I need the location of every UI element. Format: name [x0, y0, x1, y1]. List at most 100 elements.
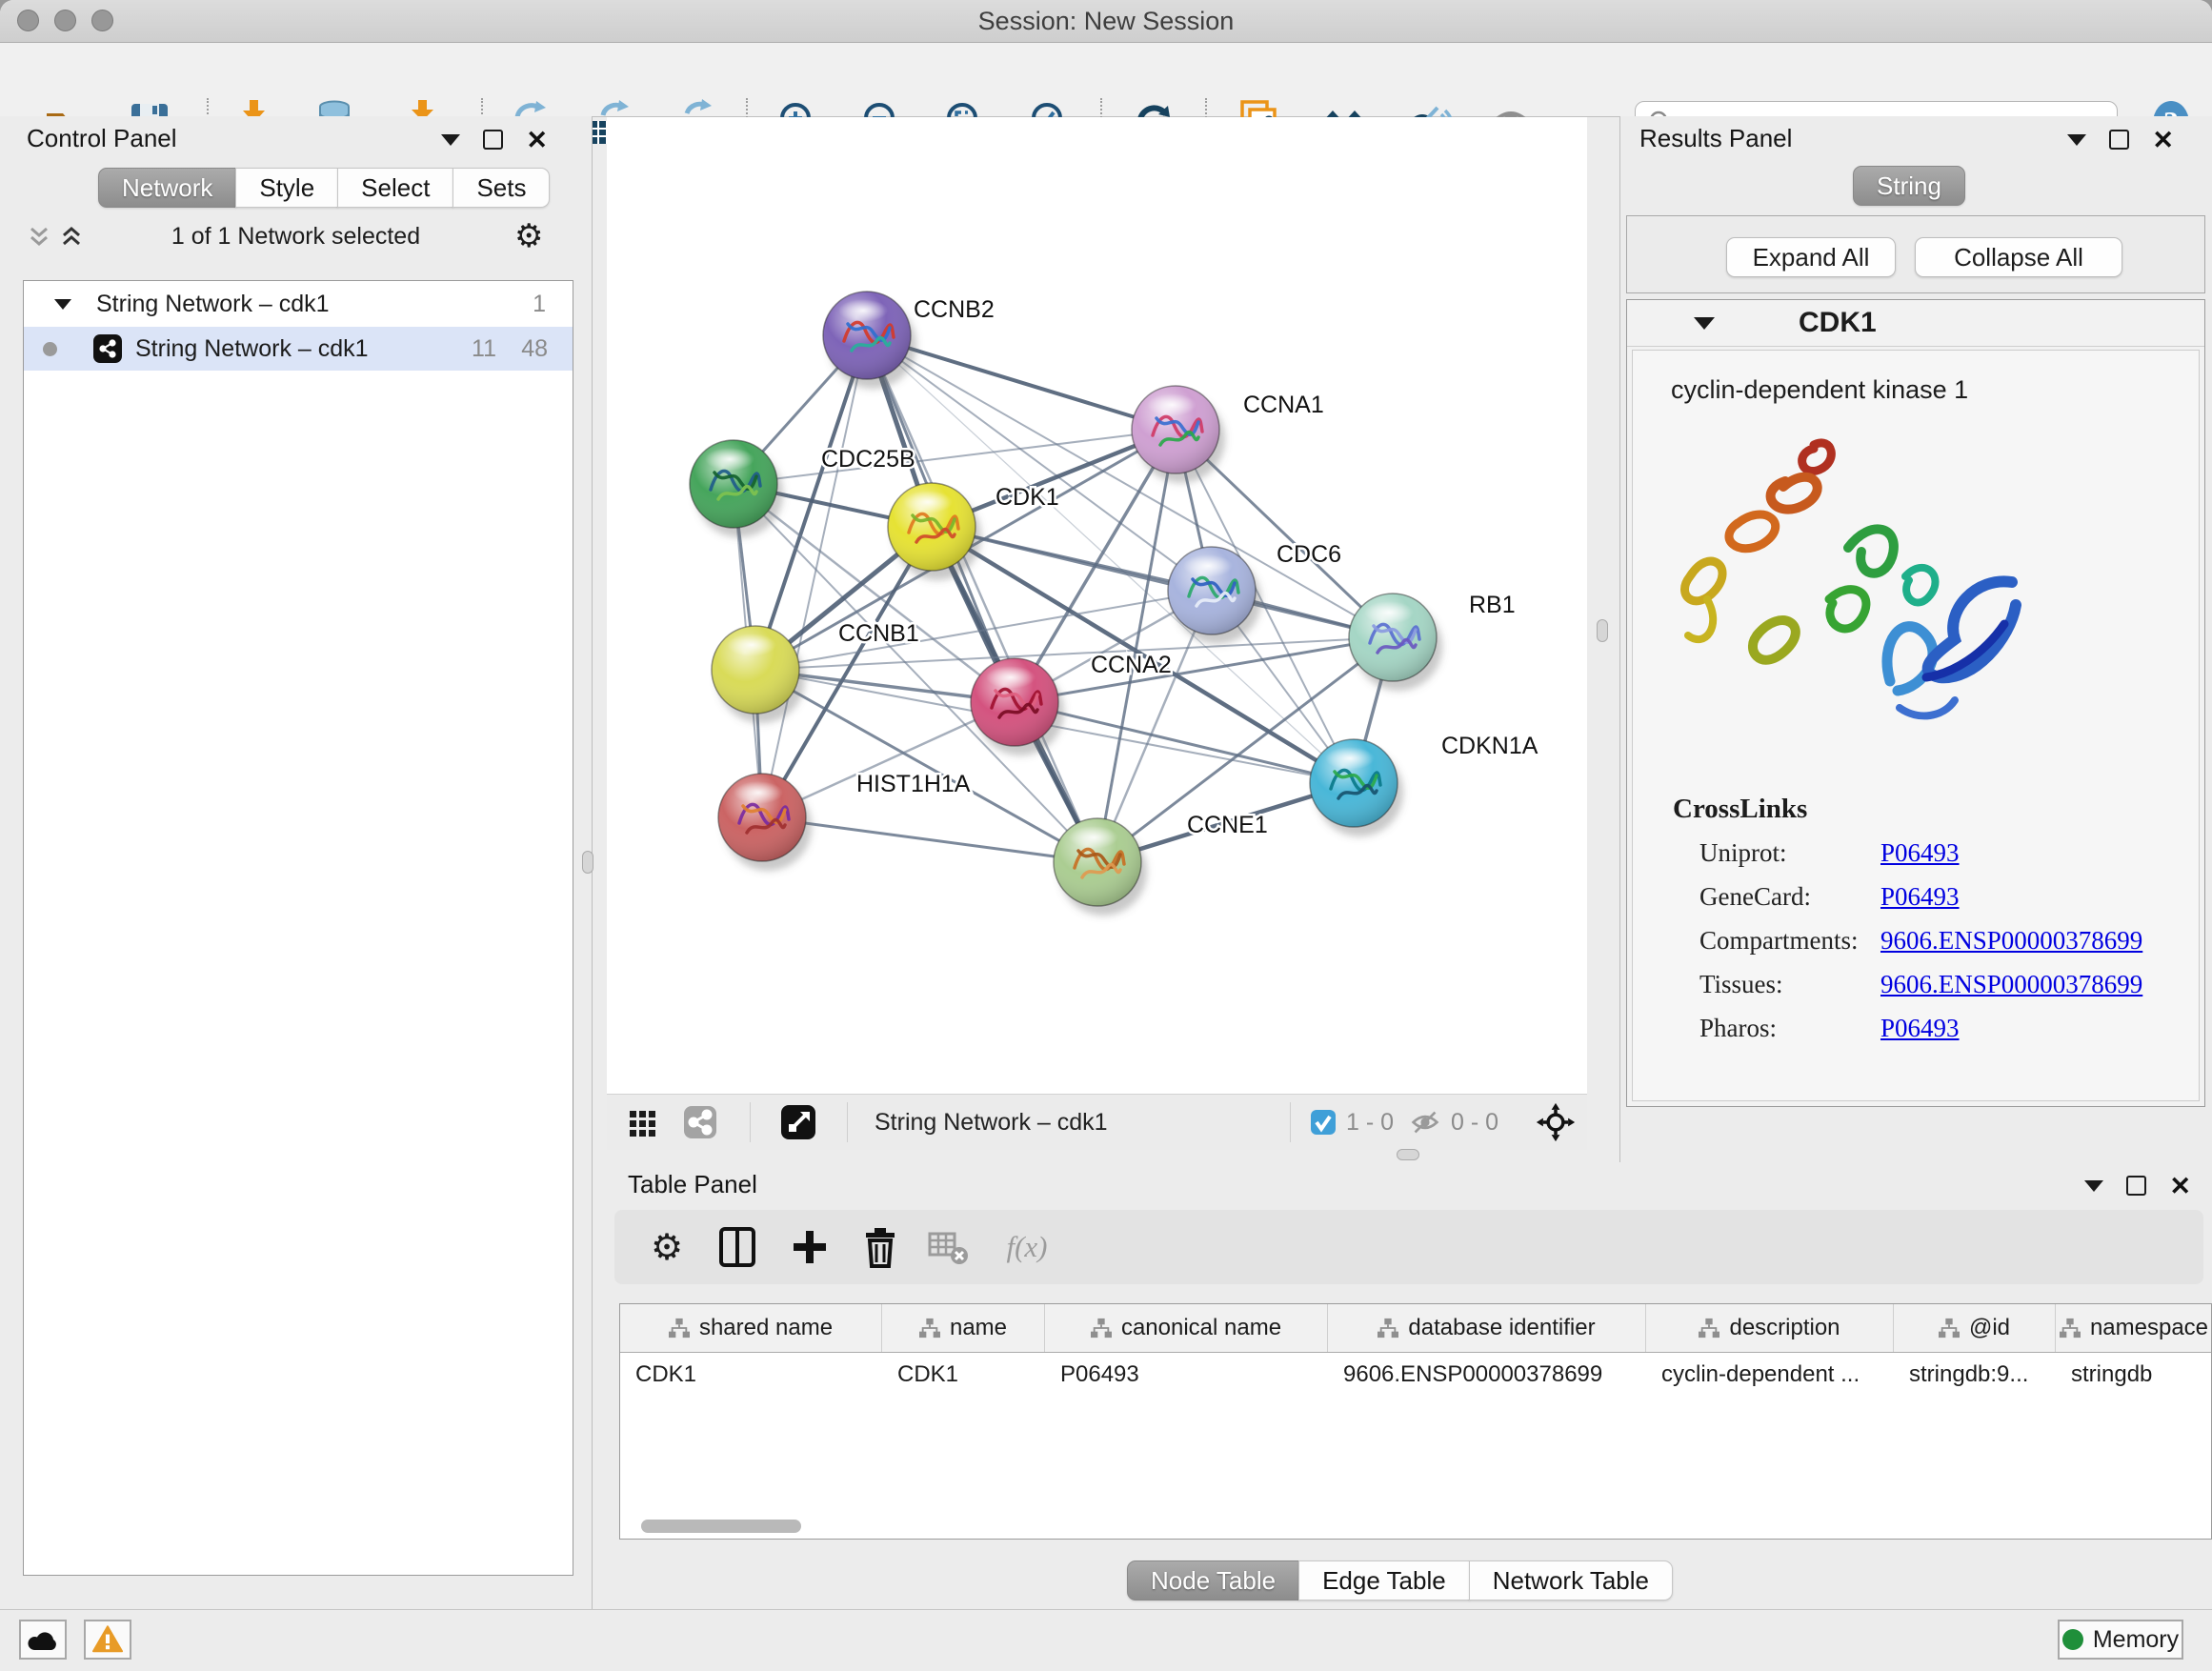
- hidden-count-indicator[interactable]: 0 - 0: [1409, 1095, 1498, 1150]
- cloud-status-button[interactable]: [19, 1620, 67, 1660]
- node-label: CDK1: [995, 484, 1059, 511]
- add-column-button[interactable]: [786, 1210, 834, 1284]
- network-node-CCNA1[interactable]: CCNA1: [1132, 386, 1324, 483]
- float-panel-icon[interactable]: [2126, 1176, 2146, 1196]
- tab-style[interactable]: Style: [235, 168, 338, 208]
- crosslink-label: Pharos:: [1699, 1014, 1880, 1043]
- hidden-count: 0 - 0: [1451, 1109, 1498, 1137]
- crosslink-row: Compartments:9606.ENSP00000378699: [1699, 926, 2199, 956]
- tab-select[interactable]: Select: [337, 168, 453, 208]
- gene-description: cyclin-dependent kinase 1: [1671, 375, 2199, 405]
- tree-expand-icon[interactable]: [54, 299, 71, 310]
- close-panel-icon[interactable]: ✕: [2169, 1177, 2191, 1196]
- grid-view-button[interactable]: [628, 1095, 658, 1150]
- warning-status-button[interactable]: [84, 1620, 131, 1660]
- right-splitter-handle[interactable]: [1597, 619, 1608, 642]
- table-cell[interactable]: stringdb: [2056, 1353, 2212, 1397]
- network-node-HIST1H1A[interactable]: HIST1H1A: [718, 771, 971, 871]
- columns-icon: [717, 1225, 757, 1269]
- crosslink-link[interactable]: P06493: [1880, 838, 1960, 868]
- crosslink-link[interactable]: 9606.ENSP00000378699: [1880, 970, 2142, 999]
- gene-name: CDK1: [1799, 307, 1877, 339]
- current-network-title: String Network – cdk1: [875, 1095, 1108, 1150]
- table-cell[interactable]: 9606.ENSP00000378699: [1328, 1353, 1646, 1397]
- node-table: shared namenamecanonical namedatabase id…: [619, 1303, 2212, 1540]
- delete-column-button[interactable]: [856, 1210, 904, 1284]
- float-panel-icon[interactable]: [2109, 130, 2129, 150]
- fit-content-button[interactable]: [1536, 1095, 1576, 1150]
- close-panel-icon[interactable]: ✕: [526, 131, 548, 150]
- network-share-view-button[interactable]: [683, 1095, 717, 1150]
- table-settings-button[interactable]: ⚙: [643, 1210, 691, 1284]
- tab-network[interactable]: Network: [98, 168, 236, 208]
- app-window: Session: New Session: [0, 0, 2212, 1671]
- network-node-CDK1[interactable]: CDK1: [888, 483, 1059, 580]
- selected-checkbox-icon: [1310, 1109, 1337, 1136]
- crosshair-icon: [1536, 1102, 1576, 1142]
- network-nodes[interactable]: CCNB2CCNA1CDC25BCDK1CDC6RB1CCNB1CCNA2CDK…: [690, 292, 1538, 916]
- tab-string[interactable]: String: [1853, 166, 1965, 206]
- table-cell[interactable]: P06493: [1045, 1353, 1328, 1397]
- memory-button[interactable]: Memory: [2058, 1620, 2183, 1660]
- title-bar: Session: New Session: [0, 0, 2212, 43]
- close-panel-icon[interactable]: ✕: [2152, 131, 2174, 150]
- node-label: CCNA2: [1091, 652, 1172, 678]
- gene-section-header[interactable]: CDK1: [1627, 300, 2204, 347]
- column-header-canonical-name[interactable]: canonical name: [1045, 1304, 1328, 1352]
- tab-edge-table[interactable]: Edge Table: [1298, 1560, 1470, 1601]
- expand-all-button[interactable]: Expand All: [1726, 237, 1896, 277]
- trash-icon: [861, 1226, 899, 1268]
- birdseye-view-button[interactable]: [780, 1095, 816, 1150]
- table-row[interactable]: CDK1CDK1P064939606.ENSP00000378699cyclin…: [620, 1353, 2211, 1397]
- table-cell[interactable]: CDK1: [620, 1353, 882, 1397]
- bottom-splitter-handle[interactable]: [1397, 1149, 1419, 1160]
- window-title: Session: New Session: [0, 0, 2212, 42]
- tab-sets[interactable]: Sets: [452, 168, 550, 208]
- hidden-eye-icon: [1409, 1106, 1441, 1138]
- section-collapse-icon[interactable]: [1694, 317, 1715, 330]
- crosslink-link[interactable]: 9606.ENSP00000378699: [1880, 926, 2142, 956]
- node-label: CDC25B: [821, 446, 915, 473]
- node-label: CCNB1: [838, 620, 919, 647]
- collapse-panel-icon[interactable]: [2084, 1180, 2103, 1192]
- table-cell[interactable]: stringdb:9...: [1894, 1353, 2056, 1397]
- network-node-CCNE1[interactable]: CCNE1: [1054, 812, 1268, 916]
- tab-node-table[interactable]: Node Table: [1127, 1560, 1299, 1601]
- network-node-CCNA2[interactable]: CCNA2: [971, 652, 1172, 755]
- horizontal-scrollbar[interactable]: [641, 1520, 801, 1533]
- float-panel-icon[interactable]: [483, 130, 503, 150]
- collapse-all-button[interactable]: Collapse All: [1915, 237, 2122, 277]
- crosslink-link[interactable]: P06493: [1880, 1014, 1960, 1043]
- results-panel-title: Results Panel: [1639, 124, 1792, 153]
- network-collection-row[interactable]: String Network – cdk1 1: [24, 281, 573, 327]
- column-header-namespace[interactable]: namespace: [2056, 1304, 2212, 1352]
- crosslink-row: Tissues:9606.ENSP00000378699: [1699, 970, 2199, 1000]
- network-node-RB1[interactable]: RB1: [1349, 592, 1516, 691]
- column-header-database-identifier[interactable]: database identifier: [1328, 1304, 1646, 1352]
- collapse-panel-icon[interactable]: [441, 134, 460, 146]
- netbar-divider: [1290, 1102, 1291, 1142]
- network-canvas[interactable]: CCNB2CCNA1CDC25BCDK1CDC6RB1CCNB1CCNA2CDK…: [607, 117, 1587, 1094]
- network-tree: String Network – cdk1 1 String Network –…: [23, 280, 573, 1576]
- table-cell[interactable]: cyclin-dependent ...: [1646, 1353, 1894, 1397]
- network-options-gear-icon[interactable]: ⚙: [514, 217, 543, 255]
- column-header-shared-name[interactable]: shared name: [620, 1304, 882, 1352]
- column-header-@id[interactable]: @id: [1894, 1304, 2056, 1352]
- table-cell[interactable]: CDK1: [882, 1353, 1045, 1397]
- apply-function-button[interactable]: f(x): [994, 1210, 1060, 1284]
- node-label: CCNE1: [1187, 812, 1268, 838]
- clear-table-button[interactable]: [925, 1210, 973, 1284]
- network-label: String Network – cdk1: [135, 335, 369, 363]
- network-edge-count: 48: [521, 335, 548, 363]
- show-columns-button[interactable]: [714, 1210, 761, 1284]
- network-row[interactable]: String Network – cdk1 11 48: [24, 327, 573, 371]
- left-splitter-handle[interactable]: [582, 851, 593, 874]
- network-node-CDKN1A[interactable]: CDKN1A: [1310, 733, 1538, 836]
- selected-count-indicator[interactable]: 1 - 0: [1310, 1095, 1394, 1150]
- collapse-panel-icon[interactable]: [2067, 134, 2086, 146]
- column-header-description[interactable]: description: [1646, 1304, 1894, 1352]
- crosslinks-title: CrossLinks: [1673, 794, 2199, 825]
- column-header-name[interactable]: name: [882, 1304, 1045, 1352]
- tab-network-table[interactable]: Network Table: [1469, 1560, 1673, 1601]
- crosslink-link[interactable]: P06493: [1880, 882, 1960, 912]
